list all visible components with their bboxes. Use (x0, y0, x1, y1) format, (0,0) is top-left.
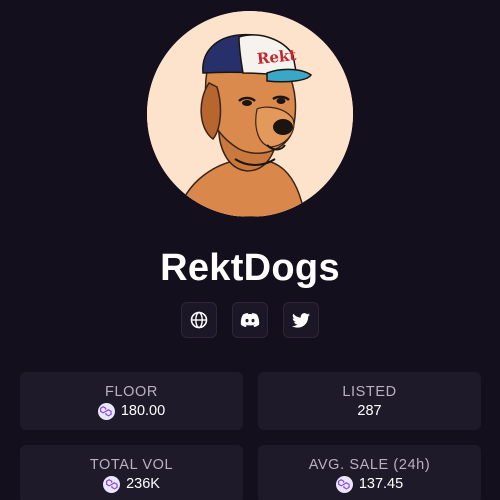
twitter-button[interactable] (283, 302, 319, 338)
stat-total-vol-value-row: 236K (20, 475, 243, 493)
discord-button[interactable] (232, 302, 268, 338)
stat-floor-value-row: 180.00 (20, 402, 243, 420)
stat-listed-label: LISTED (342, 384, 397, 400)
website-button[interactable] (181, 302, 217, 338)
stat-avg-sale-label: AVG. SALE (24h) (308, 457, 431, 473)
polygon-icon (335, 475, 353, 493)
stat-listed-value: 287 (357, 403, 382, 419)
stat-listed: LISTED 287 (258, 372, 481, 430)
discord-icon (240, 313, 260, 327)
collection-title: RektDogs (160, 247, 340, 289)
stat-avg-sale: AVG. SALE (24h) 137.45 (258, 445, 481, 500)
rektdogs-avatar-icon: Rekt (147, 11, 353, 217)
social-links (181, 302, 319, 338)
stat-total-vol-label: TOTAL VOL (89, 457, 174, 473)
globe-icon (190, 311, 208, 329)
stat-total-vol: TOTAL VOL 236K (20, 445, 243, 500)
stat-avg-sale-value: 137.45 (358, 476, 404, 492)
stat-listed-value-row: 287 (258, 402, 481, 420)
stat-floor-value: 180.00 (120, 403, 166, 419)
collection-avatar: Rekt (147, 11, 353, 217)
collection-page: Rekt RektDogs FLOOR 180.00 LISTED 287 TO… (0, 0, 500, 500)
stat-floor-label: FLOOR (105, 384, 158, 400)
stat-avg-sale-value-row: 137.45 (258, 475, 481, 493)
polygon-icon (103, 475, 121, 493)
stat-floor: FLOOR 180.00 (20, 372, 243, 430)
twitter-icon (292, 312, 310, 328)
polygon-icon (97, 402, 115, 420)
stat-total-vol-value: 236K (126, 476, 160, 492)
